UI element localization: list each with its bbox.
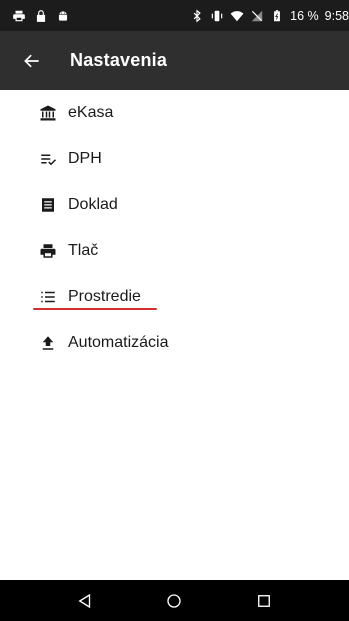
- settings-menu: eKasa DPH Doklad Tlač Prostredie Automat…: [0, 90, 349, 366]
- list-check-icon: [38, 149, 58, 169]
- menu-item-label: Prostredie: [68, 288, 141, 305]
- vibrate-icon: [210, 9, 224, 23]
- recents-square-icon: [258, 594, 271, 607]
- nav-home-button[interactable]: [163, 590, 185, 612]
- menu-item-label: Tlač: [68, 242, 99, 259]
- menu-item-prostredie[interactable]: Prostredie: [0, 274, 349, 320]
- status-bar-right: 16 % 9:58: [190, 9, 349, 23]
- android-icon: [56, 9, 70, 23]
- menu-item-automatizacia[interactable]: Automatizácia: [0, 320, 349, 366]
- wifi-icon: [230, 9, 244, 23]
- battery-percent: 16 %: [290, 8, 319, 23]
- lock-icon: [34, 9, 48, 23]
- printer-icon: [12, 9, 26, 23]
- app-toolbar: Nastavenia: [0, 31, 349, 90]
- menu-item-label: Doklad: [68, 196, 118, 213]
- nav-back-button[interactable]: [74, 590, 96, 612]
- nav-recents-button[interactable]: [253, 590, 275, 612]
- menu-item-doklad[interactable]: Doklad: [0, 182, 349, 228]
- battery-icon: [270, 9, 284, 23]
- menu-item-label: eKasa: [68, 104, 114, 121]
- status-bar-left: [12, 9, 70, 23]
- page-title: Nastavenia: [70, 50, 168, 70]
- printer-icon: [38, 241, 58, 261]
- selection-underline: [33, 308, 157, 310]
- back-triangle-icon: [78, 593, 91, 608]
- home-circle-icon: [167, 593, 182, 608]
- back-button[interactable]: [20, 49, 44, 73]
- bank-icon: [38, 103, 58, 123]
- upload-icon: [38, 333, 58, 353]
- arrow-back-icon: [24, 54, 39, 67]
- list-icon: [38, 287, 58, 307]
- status-bar: 16 % 9:58: [0, 0, 349, 31]
- clock: 9:58: [324, 8, 349, 23]
- receipt-icon: [38, 195, 58, 215]
- menu-item-tlac[interactable]: Tlač: [0, 228, 349, 274]
- system-nav-bar: [0, 580, 349, 621]
- menu-item-dph[interactable]: DPH: [0, 136, 349, 182]
- menu-item-label: DPH: [68, 150, 102, 167]
- menu-item-ekasa[interactable]: eKasa: [0, 90, 349, 136]
- no-signal-icon: [250, 9, 264, 23]
- menu-item-label: Automatizácia: [68, 334, 169, 351]
- bluetooth-icon: [190, 9, 204, 23]
